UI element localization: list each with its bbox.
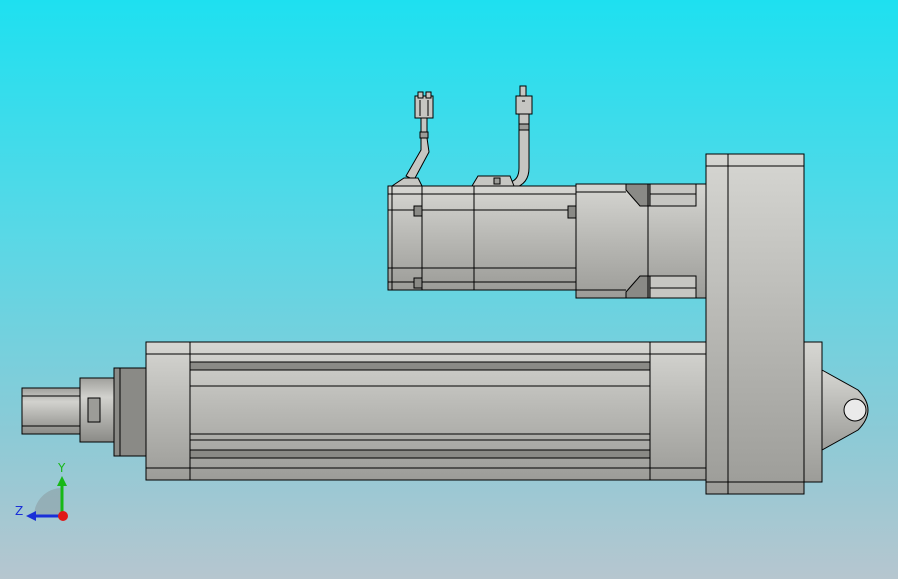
gear-housing — [705, 153, 805, 495]
x-axis-dot — [58, 511, 68, 521]
orientation-triad: Y Z — [15, 461, 68, 521]
rod-end — [21, 367, 147, 457]
motor — [387, 175, 577, 291]
z-axis-label: Z — [15, 504, 23, 518]
y-axis-label: Y — [57, 461, 66, 475]
rear-clevis — [803, 341, 869, 483]
gear-adapter — [575, 183, 707, 299]
cable-connector-left — [405, 91, 434, 181]
actuator-tube — [145, 341, 707, 481]
cable-connector-right — [509, 85, 533, 189]
cad-viewport[interactable]: Y Z — [0, 0, 898, 579]
actuator-model: Y Z — [15, 85, 869, 521]
